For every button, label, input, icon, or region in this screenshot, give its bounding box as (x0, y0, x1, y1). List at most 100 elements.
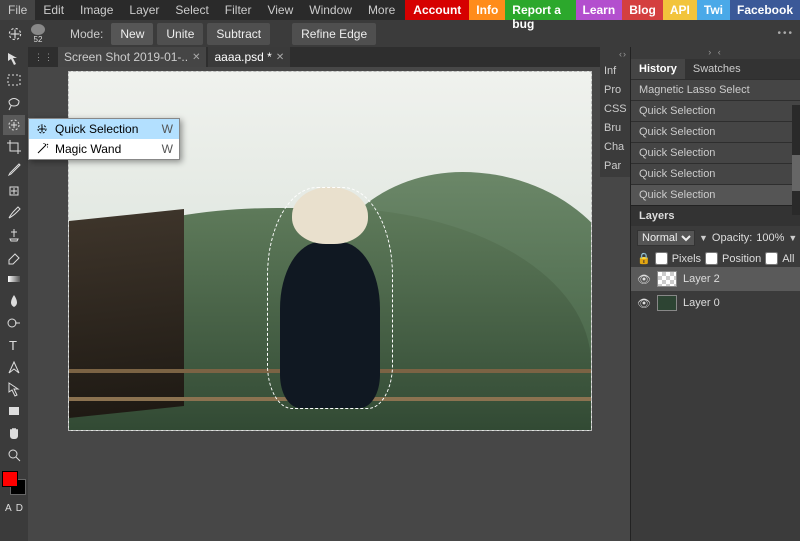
history-item[interactable]: Quick Selection (631, 121, 800, 142)
mode-subtract-button[interactable]: Subtract (207, 23, 270, 45)
healing-tool[interactable] (3, 181, 25, 201)
panel-collapse-handle-icon[interactable]: › ‹ (631, 47, 800, 59)
history-item[interactable]: Magnetic Lasso Select (631, 79, 800, 100)
scrollbar-thumb[interactable] (792, 155, 800, 191)
visibility-icon[interactable]: 👁 (637, 273, 651, 286)
link-twitter[interactable]: Twi (697, 0, 730, 20)
lock-all-label: All (782, 253, 794, 265)
flyout-shortcut: W (162, 122, 173, 136)
dropdown-icon[interactable]: ▼ (788, 233, 797, 243)
quick-selection-tool[interactable] (3, 115, 25, 135)
lock-position-checkbox[interactable] (705, 252, 718, 265)
layer-row[interactable]: 👁 Layer 2 (631, 267, 800, 291)
dodge-tool[interactable] (3, 313, 25, 333)
flyout-magic-wand[interactable]: Magic Wand W (29, 139, 179, 159)
quick-selection-icon (35, 122, 49, 136)
link-learn[interactable]: Learn (576, 0, 623, 20)
layer-thumbnail[interactable] (657, 295, 677, 311)
collapsed-panel-character[interactable]: Cha (600, 137, 630, 156)
gradient-tool[interactable] (3, 269, 25, 289)
layer-thumbnail[interactable] (657, 271, 677, 287)
link-blog[interactable]: Blog (622, 0, 663, 20)
collapse-handle-icon[interactable]: ‹› (600, 47, 630, 61)
collapsed-panel-paragraph[interactable]: Par (600, 156, 630, 175)
layers-options-row: Normal ▼ Opacity: 100% ▼ (631, 226, 800, 250)
zoom-tool[interactable] (3, 445, 25, 465)
footer-a[interactable]: A (5, 503, 12, 514)
menu-edit[interactable]: Edit (35, 0, 72, 20)
shape-tool[interactable] (3, 401, 25, 421)
menubar: File Edit Image Layer Select Filter View… (0, 0, 800, 20)
collapsed-panel-info[interactable]: Inf (600, 61, 630, 80)
history-item[interactable]: Quick Selection (631, 142, 800, 163)
lock-pixels-checkbox[interactable] (655, 252, 668, 265)
refine-edge-button[interactable]: Refine Edge (292, 23, 376, 45)
layers-panel-header[interactable]: Layers (631, 205, 800, 226)
quick-selection-icon (6, 25, 24, 43)
history-scrollbar[interactable] (792, 105, 800, 215)
menu-image[interactable]: Image (72, 0, 121, 20)
tab-screenshot[interactable]: Screen Shot 2019-01-.. ✕ (58, 47, 206, 67)
layer-row[interactable]: 👁 Layer 0 (631, 291, 800, 315)
menu-view[interactable]: View (259, 0, 301, 20)
hand-tool[interactable] (3, 423, 25, 443)
history-item[interactable]: Quick Selection (631, 184, 800, 205)
blend-mode-select[interactable]: Normal (637, 230, 695, 246)
crop-tool[interactable] (3, 137, 25, 157)
lock-all-checkbox[interactable] (765, 252, 778, 265)
menu-filter[interactable]: Filter (217, 0, 260, 20)
blur-tool[interactable] (3, 291, 25, 311)
account-button[interactable]: Account (405, 0, 469, 20)
eyedropper-tool[interactable] (3, 159, 25, 179)
layer-name[interactable]: Layer 2 (683, 273, 720, 285)
tab-aaaa[interactable]: aaaa.psd * ✕ (208, 47, 290, 67)
mode-new-button[interactable]: New (111, 23, 153, 45)
menu-layer[interactable]: Layer (121, 0, 167, 20)
options-overflow-icon[interactable]: ••• (777, 28, 800, 39)
lasso-tool[interactable] (3, 93, 25, 113)
brush-tool[interactable] (3, 203, 25, 223)
color-swatches[interactable] (2, 471, 26, 495)
link-report-bug[interactable]: Report a bug (505, 0, 575, 20)
history-panel-tabs: History Swatches (631, 59, 800, 79)
close-tab-icon[interactable]: ✕ (276, 52, 284, 63)
svg-text:T: T (9, 338, 17, 353)
rect-select-tool[interactable] (3, 71, 25, 91)
left-toolbar: T A D (0, 47, 28, 541)
tab-swatches[interactable]: Swatches (685, 59, 749, 79)
menu-select[interactable]: Select (167, 0, 216, 20)
opacity-label: Opacity: (712, 232, 752, 244)
tab-drag-handle-icon[interactable]: ⋮⋮ (34, 52, 54, 63)
move-tool[interactable] (3, 49, 25, 69)
opacity-value[interactable]: 100% (756, 232, 784, 244)
link-api[interactable]: API (663, 0, 697, 20)
visibility-icon[interactable]: 👁 (637, 297, 651, 310)
collapsed-panel-properties[interactable]: Pro (600, 80, 630, 99)
collapsed-panel-brush[interactable]: Bru (600, 118, 630, 137)
mode-unite-button[interactable]: Unite (157, 23, 203, 45)
collapsed-panel-css[interactable]: CSS (600, 99, 630, 118)
link-info[interactable]: Info (469, 0, 505, 20)
menu-window[interactable]: Window (301, 0, 360, 20)
flyout-quick-selection[interactable]: Quick Selection W (29, 119, 179, 139)
close-tab-icon[interactable]: ✕ (192, 52, 200, 63)
eraser-tool[interactable] (3, 247, 25, 267)
brush-size-value: 52 (34, 35, 43, 44)
lock-position-label: Position (722, 253, 761, 265)
brush-size-control[interactable]: 52 (28, 24, 48, 44)
foreground-color[interactable] (2, 471, 18, 487)
layer-name[interactable]: Layer 0 (683, 297, 720, 309)
link-facebook[interactable]: Facebook (730, 0, 800, 20)
menu-more[interactable]: More (360, 0, 403, 20)
tab-history[interactable]: History (631, 59, 685, 79)
dropdown-icon: ▼ (699, 233, 708, 243)
footer-d[interactable]: D (16, 503, 23, 514)
clone-stamp-tool[interactable] (3, 225, 25, 245)
menu-file[interactable]: File (0, 0, 35, 20)
pen-tool[interactable] (3, 357, 25, 377)
flyout-label: Magic Wand (55, 142, 121, 156)
history-item[interactable]: Quick Selection (631, 163, 800, 184)
type-tool[interactable]: T (3, 335, 25, 355)
path-select-tool[interactable] (3, 379, 25, 399)
history-item[interactable]: Quick Selection (631, 100, 800, 121)
